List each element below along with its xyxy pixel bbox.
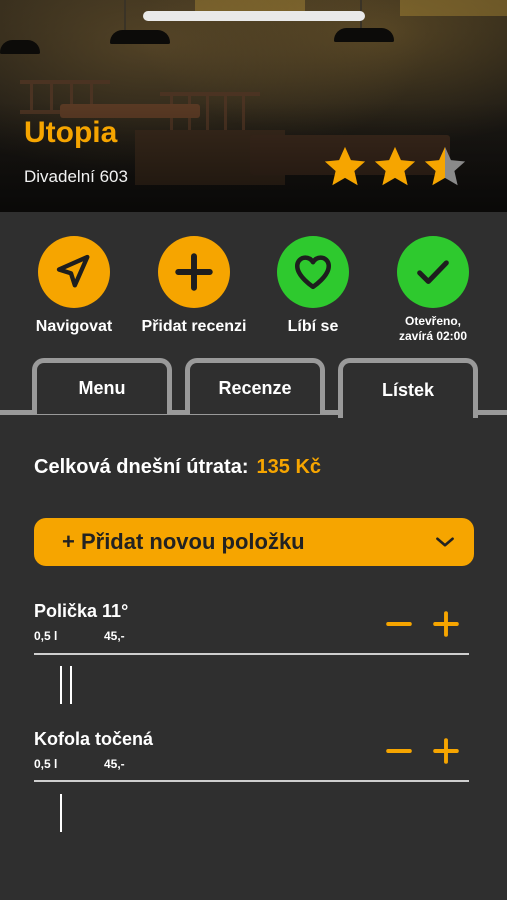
drag-handle[interactable] [143, 11, 365, 21]
star-full-icon [324, 146, 366, 186]
pendant-lamp [110, 30, 170, 44]
add-review-circle[interactable] [158, 236, 230, 308]
venue-header-photo: Utopia Divadelní 603 [0, 0, 507, 212]
navigate-label: Navigovat [35, 318, 113, 335]
tally-mark [60, 794, 62, 832]
tab-recenze[interactable]: Recenze [185, 358, 325, 414]
add-item-button[interactable]: + Přidat novou položku [34, 518, 474, 566]
tally-mark [70, 666, 72, 704]
tab-menu[interactable]: Menu [32, 358, 172, 414]
venue-name: Utopia [24, 116, 118, 149]
like-circle[interactable] [277, 236, 349, 308]
opening-hours-status[interactable]: Otevřeno, zavírá 02:00 [373, 236, 493, 344]
list-item: Polička 11° 0,5 l 45,- [34, 601, 469, 661]
star-half-icon [424, 146, 466, 186]
tab-listek[interactable]: Lístek [338, 358, 478, 423]
item-volume: 0,5 l [34, 757, 58, 771]
pendant-lamp [334, 28, 394, 42]
open-status-circle[interactable] [397, 236, 469, 308]
open-status-line: Otevřeno, [404, 314, 461, 328]
item-divider [34, 780, 469, 782]
star-full-icon [374, 146, 416, 186]
closing-time: zavírá 02:00 [398, 329, 468, 343]
minus-icon[interactable] [386, 738, 412, 764]
bar-shelf [400, 0, 507, 16]
plus-icon[interactable] [433, 611, 459, 637]
like-label: Líbí se [287, 318, 339, 335]
daily-spending: Celková dnešní útrata: 135 Kč [34, 456, 321, 479]
checkmark-icon [417, 260, 449, 284]
daily-spending-label: Celková dnešní útrata: [34, 456, 249, 478]
daily-spending-value: 135 Kč [256, 456, 322, 478]
rating-stars [322, 144, 468, 190]
lamp-cord [124, 0, 126, 30]
navigate-button[interactable]: Navigovat [14, 236, 134, 336]
item-volume: 0,5 l [34, 629, 58, 643]
open-status-label: Otevřeno, zavírá 02:00 [373, 314, 493, 344]
plus-icon[interactable] [433, 738, 459, 764]
plus-icon [175, 253, 213, 291]
chevron-down-icon [436, 537, 454, 547]
minus-icon[interactable] [386, 611, 412, 637]
add-item-label: + Přidat novou položku [62, 529, 305, 554]
item-price: 45,- [104, 629, 125, 643]
navigation-arrow-icon [56, 254, 90, 288]
navigate-circle[interactable] [38, 236, 110, 308]
venue-address: Divadelní 603 [24, 167, 128, 186]
add-review-label: Přidat recenzi [141, 318, 247, 335]
pendant-lamp [0, 40, 40, 54]
item-price: 45,- [104, 757, 125, 771]
list-item: Kofola točená 0,5 l 45,- [34, 729, 469, 789]
tally-mark [60, 666, 62, 704]
item-divider [34, 653, 469, 655]
heart-icon [294, 255, 332, 290]
like-button[interactable]: Líbí se [253, 236, 373, 336]
add-review-button[interactable]: Přidat recenzi [134, 236, 254, 336]
